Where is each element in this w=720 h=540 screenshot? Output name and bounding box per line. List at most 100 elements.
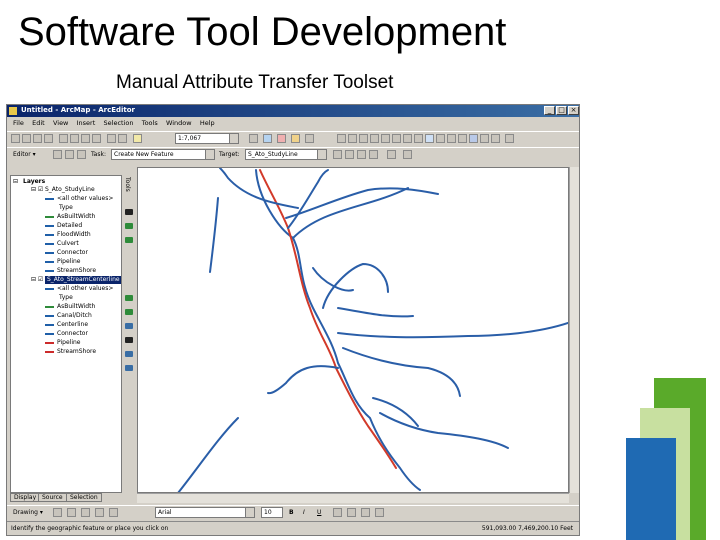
toc-legend-item[interactable]: Connector [57, 330, 88, 338]
line-color-icon[interactable] [361, 508, 370, 517]
select-elements-icon[interactable] [436, 134, 445, 143]
transfer-tool-icon[interactable] [387, 150, 396, 159]
text-icon[interactable] [95, 508, 104, 517]
open-folder-icon[interactable] [22, 134, 31, 143]
chevron-down-icon[interactable] [245, 508, 254, 517]
tool-icon-9[interactable] [125, 365, 133, 371]
drawing-menu[interactable]: Drawing ▾ [13, 509, 43, 516]
paste-icon[interactable] [81, 134, 90, 143]
measure-icon[interactable] [480, 134, 489, 143]
toc-legend-item[interactable]: Connector [57, 249, 88, 257]
sketch-properties-icon[interactable] [369, 150, 378, 159]
toc-legend-item[interactable]: Pipeline [57, 258, 80, 266]
maximize-button[interactable]: □ [556, 106, 567, 115]
rectangle-icon[interactable] [81, 508, 90, 517]
bold-button[interactable]: B [289, 509, 294, 516]
tab-source[interactable]: Source [38, 493, 67, 502]
menu-selection[interactable]: Selection [104, 118, 134, 129]
next-extent-icon[interactable] [414, 134, 423, 143]
toc-legend-item[interactable]: Pipeline [57, 339, 80, 347]
sketch-tool-icon[interactable] [65, 150, 74, 159]
cut-icon[interactable] [59, 134, 68, 143]
minimize-button[interactable]: _ [544, 106, 555, 115]
fixed-zoom-out-icon[interactable] [370, 134, 379, 143]
pan-icon[interactable] [381, 134, 390, 143]
tool-icon-4[interactable] [125, 295, 133, 301]
save-icon[interactable] [33, 134, 42, 143]
menu-edit[interactable]: Edit [32, 118, 45, 129]
rotate-tool-icon[interactable] [345, 150, 354, 159]
map-scale-combo[interactable]: 1:7,067 [175, 133, 239, 144]
italic-button[interactable]: I [303, 509, 305, 516]
split-tool-icon[interactable] [333, 150, 342, 159]
tool-icon-8[interactable] [125, 351, 133, 357]
zoom-in-icon[interactable] [337, 134, 346, 143]
delete-icon[interactable] [92, 134, 101, 143]
map-vertical-scrollbar[interactable] [569, 167, 579, 493]
toc-legend-item[interactable]: <all other values> [57, 195, 113, 203]
matching-icon[interactable] [403, 150, 412, 159]
underline-button[interactable]: U [317, 509, 321, 516]
attributes-icon[interactable] [357, 150, 366, 159]
redo-icon[interactable] [118, 134, 127, 143]
toc-legend-item[interactable]: AsBuiltWidth [57, 213, 95, 221]
add-data-icon[interactable] [133, 134, 142, 143]
command-line-icon[interactable] [291, 134, 300, 143]
map-display[interactable] [137, 167, 569, 494]
fill-color-icon[interactable] [347, 508, 356, 517]
edit-tool-icon[interactable] [53, 150, 62, 159]
target-combo[interactable]: S_Ato_StudyLine [245, 149, 327, 160]
tab-display[interactable]: Display [10, 493, 41, 502]
tool-extra-icon[interactable] [505, 134, 514, 143]
attribute-transfer-icon[interactable] [469, 134, 478, 143]
draw-tools-icon[interactable] [109, 508, 118, 517]
toc-legend-item[interactable]: FloodWidth [57, 231, 91, 239]
toc-legend-item[interactable]: Centerline [57, 321, 88, 329]
chevron-down-icon[interactable] [229, 134, 238, 143]
close-button[interactable]: × [568, 106, 579, 115]
toc-root-layers[interactable]: Layers [23, 178, 45, 186]
marker-color-icon[interactable] [375, 508, 384, 517]
tool-icon-7[interactable] [125, 337, 133, 343]
chevron-down-icon[interactable] [205, 150, 214, 159]
editor-toolbar-icon[interactable] [249, 134, 258, 143]
toolbox-icon[interactable] [277, 134, 286, 143]
previous-extent-icon[interactable] [403, 134, 412, 143]
tool-icon-1[interactable] [125, 209, 133, 215]
layer-checkbox[interactable]: ⊟ ☑ [31, 276, 43, 284]
copy-icon[interactable] [70, 134, 79, 143]
select-elements-icon[interactable] [53, 508, 62, 517]
find-icon[interactable] [458, 134, 467, 143]
toc-legend-item[interactable]: AsBuiltWidth [57, 303, 95, 311]
toc-legend-item[interactable]: StreamShore [57, 267, 96, 275]
new-document-icon[interactable] [11, 134, 20, 143]
toc-legend-item[interactable]: Detailed [57, 222, 82, 230]
toc-legend-item[interactable]: Culvert [57, 240, 79, 248]
font-combo[interactable]: Arial [155, 507, 255, 518]
menu-view[interactable]: View [53, 118, 68, 129]
menu-file[interactable]: File [13, 118, 24, 129]
select-features-icon[interactable] [425, 134, 434, 143]
menu-window[interactable]: Window [166, 118, 192, 129]
full-extent-icon[interactable] [392, 134, 401, 143]
font-color-icon[interactable] [333, 508, 342, 517]
font-size-combo[interactable]: 10 [261, 507, 283, 518]
chevron-down-icon[interactable] [317, 150, 326, 159]
toc-legend-item[interactable]: Canal/Ditch [57, 312, 92, 320]
help-pointer-icon[interactable] [305, 134, 314, 143]
layer-checkbox[interactable]: ⊟ ☑ [31, 186, 43, 194]
sketch-menu-icon[interactable] [77, 150, 86, 159]
menu-help[interactable]: Help [200, 118, 215, 129]
tool-icon-6[interactable] [125, 323, 133, 329]
toc-layer[interactable]: S_Ato_StudyLine [45, 186, 95, 194]
tool-icon-5[interactable] [125, 309, 133, 315]
editor-menu[interactable]: Editor ▾ [13, 151, 36, 158]
tool-icon-2[interactable] [125, 223, 133, 229]
catalog-icon[interactable] [263, 134, 272, 143]
fixed-zoom-in-icon[interactable] [359, 134, 368, 143]
identify-icon[interactable] [447, 134, 456, 143]
toc-legend-item[interactable]: StreamShore [57, 348, 96, 356]
menu-tools[interactable]: Tools [142, 118, 158, 129]
hyperlink-icon[interactable] [491, 134, 500, 143]
rotate-icon[interactable] [67, 508, 76, 517]
